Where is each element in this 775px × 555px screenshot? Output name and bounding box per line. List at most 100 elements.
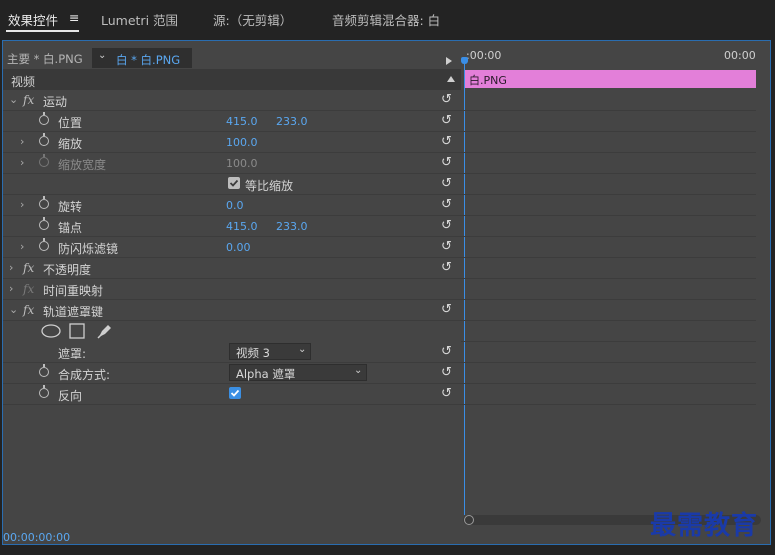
- tab-audio-clip-mixer[interactable]: 音频剪辑混合器: 白: [332, 10, 440, 29]
- reset-icon[interactable]: ↺: [441, 302, 452, 317]
- property-label-composite: 合成方式:: [58, 368, 111, 382]
- reset-icon[interactable]: ↺: [441, 155, 452, 170]
- fx-toggle-icon[interactable]: fx: [23, 93, 34, 107]
- chevron-down-icon: ⌄: [354, 365, 363, 376]
- tab-source[interactable]: 源:（无剪辑）: [213, 10, 292, 29]
- property-label-scale-width: 缩放宽度: [58, 158, 107, 172]
- property-row-rotation: › 旋转 0.0 ↺: [3, 195, 461, 216]
- stopwatch-icon[interactable]: [39, 217, 49, 230]
- stopwatch-icon[interactable]: [39, 385, 49, 398]
- show-timeline-toggle-icon[interactable]: [446, 57, 452, 65]
- property-label-anti-flicker: 防闪烁滤镜: [58, 242, 119, 256]
- stopwatch-icon[interactable]: [39, 196, 49, 209]
- reset-icon[interactable]: ↺: [441, 92, 452, 107]
- chevron-right-icon[interactable]: ›: [20, 156, 24, 169]
- effects-list: 主要 * 白.PNG ⌄ 白 * 白.PNG 视频 ⌄ fx 运动 ↺ 位置 4…: [3, 41, 461, 546]
- effect-name-motion: 运动: [43, 95, 68, 109]
- watermark: 最需教育: [650, 511, 759, 541]
- reset-icon[interactable]: ↺: [441, 386, 452, 401]
- reset-icon[interactable]: ↺: [441, 239, 452, 254]
- matte-dropdown[interactable]: 视频 3 ⌄: [229, 343, 311, 360]
- clip-bar[interactable]: 白.PNG: [465, 70, 756, 88]
- scrollbar-handle[interactable]: [464, 515, 474, 525]
- reset-icon[interactable]: ↺: [441, 176, 452, 191]
- ellipse-mask-icon[interactable]: [41, 324, 61, 338]
- timeline-end-time: 00:00: [724, 49, 756, 62]
- timeline-row: [461, 363, 756, 384]
- footer-bar: 00:00:00:00: [3, 530, 461, 546]
- stopwatch-icon[interactable]: [39, 364, 49, 377]
- effect-name-opacity: 不透明度: [43, 263, 92, 277]
- video-section-header: 视频: [3, 69, 461, 90]
- position-x-value[interactable]: 415.0: [226, 115, 258, 128]
- clip-bar-label: 白.PNG: [469, 74, 507, 87]
- uniform-scale-checkbox[interactable]: [228, 177, 240, 189]
- effect-name-time-remap: 时间重映射: [43, 284, 104, 298]
- reset-icon[interactable]: ↺: [441, 344, 452, 359]
- property-row-anchor: 锚点 415.0 233.0 ↺: [3, 216, 461, 237]
- stopwatch-icon: [39, 154, 49, 167]
- reset-icon[interactable]: ↺: [441, 113, 452, 128]
- anchor-y-value[interactable]: 233.0: [276, 220, 308, 233]
- fx-toggle-icon[interactable]: fx: [23, 303, 34, 317]
- property-label-rotation: 旋转: [58, 200, 83, 214]
- effect-controls-panel: 主要 * 白.PNG ⌄ 白 * 白.PNG 视频 ⌄ fx 运动 ↺ 位置 4…: [2, 40, 771, 545]
- rotation-value[interactable]: 0.0: [226, 199, 244, 212]
- property-row-composite: 合成方式: Alpha 遮罩 ⌄ ↺: [3, 363, 461, 384]
- effect-name-track-matte: 轨道遮罩键: [43, 305, 104, 319]
- stopwatch-icon[interactable]: [39, 112, 49, 125]
- current-timecode[interactable]: 00:00:00:00: [3, 531, 70, 544]
- property-label-anchor: 锚点: [58, 221, 83, 235]
- rectangle-mask-icon[interactable]: [69, 323, 85, 339]
- clip-selector-label: 白 * 白.PNG: [116, 53, 181, 67]
- composite-dropdown[interactable]: Alpha 遮罩 ⌄: [229, 364, 367, 381]
- reset-icon[interactable]: ↺: [441, 134, 452, 149]
- scale-value[interactable]: 100.0: [226, 136, 258, 149]
- matte-dropdown-value: 视频 3: [236, 346, 270, 360]
- property-row-scale-width: › 缩放宽度 100.0 ↺: [3, 153, 461, 174]
- position-y-value[interactable]: 233.0: [276, 115, 308, 128]
- reset-icon[interactable]: ↺: [441, 197, 452, 212]
- timeline-row: [461, 300, 756, 321]
- chevron-right-icon[interactable]: ›: [9, 261, 13, 274]
- timeline-row: [461, 90, 756, 111]
- property-label-reverse: 反向: [58, 389, 83, 403]
- reverse-checkbox[interactable]: [229, 387, 241, 399]
- timeline-row: [461, 216, 756, 237]
- effect-row-time-remap: › fx 时间重映射: [3, 279, 461, 300]
- chevron-down-icon[interactable]: ⌄: [9, 303, 18, 316]
- stopwatch-icon[interactable]: [39, 133, 49, 146]
- stopwatch-icon[interactable]: [39, 238, 49, 251]
- chevron-right-icon[interactable]: ›: [20, 135, 24, 148]
- fx-toggle-icon[interactable]: fx: [23, 261, 34, 275]
- chevron-right-icon[interactable]: ›: [20, 240, 24, 253]
- reset-icon[interactable]: ↺: [441, 260, 452, 275]
- panel-menu-icon[interactable]: ≡: [69, 10, 79, 25]
- scale-width-value: 100.0: [226, 157, 258, 170]
- clip-selector[interactable]: ⌄ 白 * 白.PNG: [92, 48, 192, 68]
- source-bar: 主要 * 白.PNG ⌄ 白 * 白.PNG: [3, 47, 461, 69]
- property-label-scale: 缩放: [58, 137, 83, 151]
- chevron-right-icon[interactable]: ›: [20, 198, 24, 211]
- property-row-scale: › 缩放 100.0 ↺: [3, 132, 461, 153]
- mask-shape-tools: [3, 321, 461, 342]
- effect-row-motion: ⌄ fx 运动 ↺: [3, 90, 461, 111]
- timeline-row: [461, 237, 756, 258]
- chevron-down-icon[interactable]: ⌄: [9, 93, 18, 106]
- master-clip-label[interactable]: 主要 * 白.PNG: [7, 51, 83, 67]
- property-row-reverse: 反向 ↺: [3, 384, 461, 405]
- property-label-matte: 遮罩:: [58, 347, 87, 361]
- chevron-right-icon[interactable]: ›: [9, 282, 13, 295]
- timeline-row: [461, 321, 756, 342]
- scroll-up-icon[interactable]: [447, 76, 455, 82]
- reset-icon[interactable]: ↺: [441, 218, 452, 233]
- anchor-x-value[interactable]: 415.0: [226, 220, 258, 233]
- pen-mask-icon[interactable]: [96, 322, 114, 340]
- tab-effect-controls[interactable]: 效果控件: [8, 10, 58, 29]
- reset-icon[interactable]: ↺: [441, 365, 452, 380]
- property-row-position: 位置 415.0 233.0 ↺: [3, 111, 461, 132]
- tab-lumetri-scopes[interactable]: Lumetri 范围: [101, 10, 178, 29]
- anti-flicker-value[interactable]: 0.00: [226, 241, 251, 254]
- timeline-row: [461, 132, 756, 153]
- timeline-row: [461, 153, 756, 174]
